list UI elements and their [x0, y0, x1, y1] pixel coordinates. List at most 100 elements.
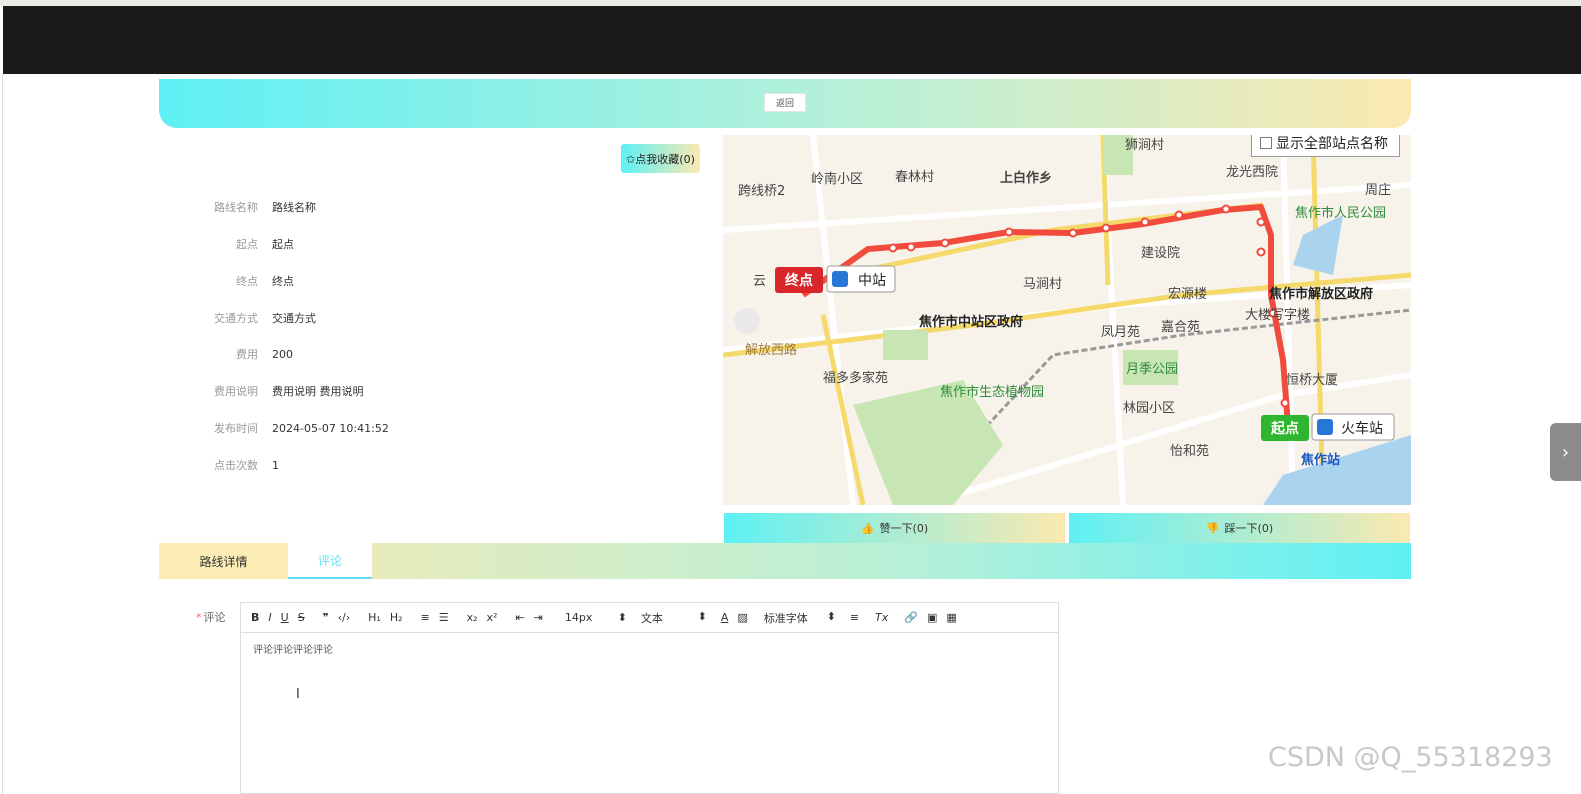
- background-color-icon[interactable]: ▨: [737, 611, 747, 625]
- select-arrow-icon: ⬍: [617, 611, 627, 624]
- downvote-button[interactable]: 👎 踩一下(0): [1069, 513, 1410, 543]
- bullet-list-icon[interactable]: ☰: [439, 611, 449, 625]
- h2-button[interactable]: H₂: [390, 611, 403, 625]
- tab-comment[interactable]: 评论: [288, 543, 372, 579]
- font-color-icon[interactable]: A: [721, 611, 729, 625]
- font-family-value: 标准字体: [763, 611, 808, 625]
- watermark: CSDN @Q_55318293: [1268, 742, 1553, 773]
- chevron-right-icon: ›: [1561, 441, 1570, 463]
- info-value: 200: [272, 347, 293, 361]
- info-label: 点击次数: [214, 459, 258, 472]
- place-label: 焦作站: [1300, 452, 1340, 468]
- font-family-select[interactable]: 标准字体 ⬍: [764, 610, 836, 626]
- superscript-button[interactable]: x²: [487, 611, 498, 625]
- editor-toolbar: B I U S ❞ ‹/› H₁ H₂ ≡ ☰ x₂ x² ⇤ ⇥ 14px ⬍ …: [241, 603, 1058, 633]
- place-label: 焦作市人民公园: [1295, 205, 1386, 221]
- format-select[interactable]: 文本 ⬍: [641, 610, 707, 626]
- place-label: 林园小区: [1123, 401, 1175, 416]
- left-border: [2, 74, 3, 794]
- back-button[interactable]: 返回: [764, 93, 806, 112]
- comment-input[interactable]: 评论评论评论评论: [241, 633, 1058, 664]
- comment-field-label: * 评论: [196, 609, 226, 625]
- info-value: 路线名称: [272, 201, 316, 214]
- place-label: 春林村: [895, 170, 934, 185]
- italic-button[interactable]: I: [268, 611, 271, 625]
- tab-route-detail[interactable]: 路线详情: [159, 543, 288, 579]
- place-label: 焦作市解放区政府: [1268, 286, 1373, 302]
- font-size-value: 14px: [564, 611, 593, 624]
- info-label: 发布时间: [214, 422, 258, 435]
- clear-format-icon[interactable]: Tx: [875, 611, 888, 625]
- rich-text-editor: B I U S ❞ ‹/› H₁ H₂ ≡ ☰ x₂ x² ⇤ ⇥ 14px ⬍ …: [240, 602, 1059, 794]
- info-label: 路线名称: [214, 201, 258, 214]
- info-row-transport: 交通方式 交通方式: [190, 309, 316, 327]
- start-station-label: 火车站: [1341, 420, 1383, 437]
- underline-button[interactable]: U: [281, 611, 289, 625]
- tab-bar: 路线详情 评论: [159, 543, 1411, 579]
- map-canvas[interactable]: 跨线桥2 岭南小区 春林村 上白作乡 狮涧村 龙光西院 周庄 焦作市人民公园 建…: [723, 135, 1411, 505]
- info-row-end: 终点 终点: [190, 272, 294, 290]
- favorite-button[interactable]: ✩点我收藏(0): [621, 144, 700, 173]
- place-label: 周庄: [1365, 182, 1391, 198]
- start-marker-label: 起点: [1270, 420, 1299, 437]
- info-value: 1: [272, 458, 279, 472]
- info-label: 起点: [236, 238, 258, 251]
- code-icon[interactable]: ‹/›: [338, 611, 351, 625]
- info-value: 起点: [272, 238, 294, 251]
- info-row-fee: 费用 200: [190, 345, 293, 363]
- link-icon[interactable]: 🔗: [904, 611, 918, 625]
- select-arrow-icon: ⬍: [826, 609, 836, 623]
- info-label: 交通方式: [214, 312, 258, 325]
- place-label: 焦作市中站区政府: [918, 314, 1023, 330]
- route-map[interactable]: 跨线桥2 岭南小区 春林村 上白作乡 狮涧村 龙光西院 周庄 焦作市人民公园 建…: [723, 135, 1411, 505]
- text-cursor-icon: I: [296, 687, 300, 702]
- checkbox-icon[interactable]: [1260, 137, 1272, 149]
- place-label: 云: [753, 274, 766, 289]
- info-value: 交通方式: [272, 312, 316, 325]
- start-marker: 起点 火车站: [1261, 413, 1395, 441]
- place-label: 宏源楼: [1168, 287, 1207, 302]
- bold-button[interactable]: B: [251, 611, 259, 625]
- comment-label-text: 评论: [203, 611, 226, 624]
- info-value: 终点: [272, 275, 294, 288]
- h1-button[interactable]: H₁: [368, 611, 381, 625]
- show-all-label: 显示全部站点名称: [1276, 136, 1388, 152]
- place-label: 月季公园: [1126, 362, 1178, 377]
- place-label: 恒桥大厦: [1286, 373, 1338, 388]
- font-size-select[interactable]: 14px ⬍: [565, 611, 627, 624]
- strike-button[interactable]: S: [298, 611, 305, 625]
- top-navbar: [3, 6, 1581, 74]
- place-label: 上白作乡: [1000, 170, 1052, 186]
- end-marker: 终点 中站: [775, 265, 896, 293]
- indent-icon[interactable]: ⇥: [534, 611, 543, 625]
- downvote-label: 踩一下(0): [1224, 522, 1274, 535]
- info-row-route-name: 路线名称 路线名称: [190, 198, 316, 216]
- place-label: 怡和苑: [1170, 444, 1209, 459]
- required-mark: *: [196, 611, 202, 624]
- align-icon[interactable]: ≡: [850, 611, 859, 625]
- info-value: 2024-05-07 10:41:52: [272, 421, 389, 435]
- info-row-fee-desc: 费用说明 费用说明 费用说明: [190, 382, 364, 400]
- subscript-button[interactable]: x₂: [467, 611, 478, 625]
- place-label: 马涧村: [1023, 277, 1062, 292]
- blockquote-icon[interactable]: ❞: [323, 611, 329, 625]
- select-arrow-icon: ⬍: [697, 609, 707, 623]
- format-value: 文本: [640, 611, 663, 625]
- video-icon[interactable]: ▦: [946, 611, 956, 625]
- outdent-icon[interactable]: ⇤: [515, 611, 524, 625]
- place-label: 嘉合苑: [1161, 320, 1200, 335]
- map-prev-arrow-icon: [734, 308, 760, 334]
- show-all-stations-toggle[interactable]: 显示全部站点名称: [1251, 135, 1400, 157]
- place-label: 凤月苑: [1101, 325, 1140, 340]
- ordered-list-icon[interactable]: ≡: [421, 611, 430, 625]
- info-label: 终点: [236, 275, 258, 288]
- place-label: 解放西路: [745, 342, 797, 358]
- place-label: 岭南小区: [811, 171, 863, 187]
- upvote-button[interactable]: 👍 赞一下(0): [724, 513, 1065, 543]
- side-expand-tab[interactable]: ›: [1550, 423, 1581, 481]
- image-icon[interactable]: ▣: [927, 611, 937, 625]
- place-label: 跨线桥2: [738, 184, 785, 199]
- upvote-label: 赞一下(0): [879, 522, 929, 535]
- place-label: 龙光西院: [1226, 165, 1278, 180]
- info-row-start: 起点 起点: [190, 235, 294, 253]
